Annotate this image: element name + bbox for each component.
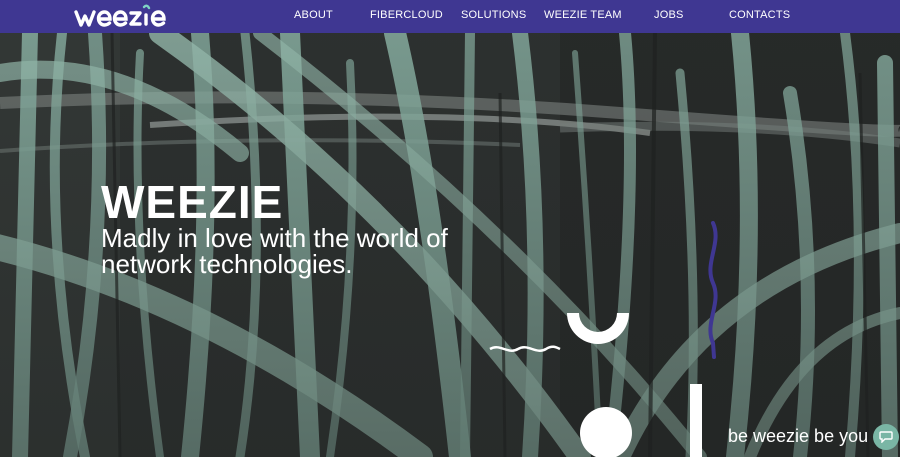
nav-solutions[interactable]: SOLUTIONS — [461, 9, 526, 21]
circle-decoration — [580, 407, 632, 457]
hero-subtitle: Madly in love with the world of network … — [101, 223, 448, 279]
hero-section: WEEZIE Madly in love with the world of n… — [0, 33, 900, 457]
nav-about[interactable]: ABOUT — [294, 9, 333, 21]
nav-contacts[interactable]: CONTACTS — [729, 9, 790, 21]
chat-bubble-icon — [879, 431, 893, 443]
nav-jobs[interactable]: JOBS — [654, 9, 684, 21]
chat-button[interactable] — [873, 424, 899, 450]
bar-decoration — [690, 384, 702, 457]
top-navbar: ABOUT FIBERCLOUD SOLUTIONS WEEZIE TEAM J… — [0, 0, 900, 33]
nav-fibercloud[interactable]: FIBERCLOUD — [370, 9, 443, 21]
nav-weezie-team[interactable]: WEEZIE TEAM — [544, 9, 622, 21]
hero-title: WEEZIE — [101, 176, 284, 228]
weezie-logo[interactable] — [74, 3, 182, 29]
weezie-logo-mark — [74, 4, 166, 27]
hero-tagline: be weezie be you — [728, 426, 869, 446]
